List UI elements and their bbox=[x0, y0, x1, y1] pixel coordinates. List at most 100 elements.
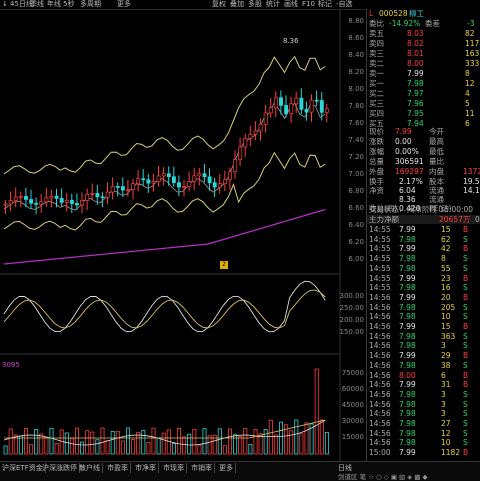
tick-price: 7.98 bbox=[399, 234, 416, 244]
candle bbox=[289, 103, 294, 114]
volume-bar bbox=[243, 428, 248, 455]
ask-label: 卖三 bbox=[369, 49, 384, 58]
toolbar-draw[interactable]: 画线 bbox=[284, 0, 298, 9]
kline-svg[interactable] bbox=[0, 9, 366, 461]
toolbar-year[interactable]: 年线 bbox=[47, 0, 61, 9]
bottom-tab[interactable]: 市盈率 bbox=[105, 463, 131, 473]
toolbar-quarter[interactable]: 季线 bbox=[30, 0, 44, 9]
stat2-row: 8.36 流通 bbox=[367, 195, 480, 204]
bottom-tab[interactable]: 市销率 bbox=[189, 463, 215, 473]
tick-price: 7.99 bbox=[399, 380, 416, 390]
bid-row: 买二 7.97 4 bbox=[367, 89, 480, 98]
volume-bar bbox=[34, 429, 39, 455]
tick-row: 14:56 7.99 31 B bbox=[367, 380, 480, 389]
candle bbox=[80, 200, 85, 206]
high-price-label: 8.36 bbox=[283, 37, 299, 45]
tick-time: 14:56 bbox=[369, 389, 391, 399]
ask-row: 卖一 7.99 8 bbox=[367, 69, 480, 78]
tick-side: S bbox=[463, 419, 468, 428]
bid-label: 买四 bbox=[369, 109, 384, 118]
tick-price: 7.98 bbox=[399, 254, 416, 264]
tick-price: 7.98 bbox=[399, 399, 416, 409]
toolbar-overlay[interactable]: 叠加 bbox=[230, 0, 244, 9]
tick-row: 14:56 7.99 20 B bbox=[367, 293, 480, 302]
stat-row: 现价 7.99 今开 bbox=[367, 127, 480, 136]
candle bbox=[3, 203, 8, 206]
candle bbox=[59, 198, 64, 203]
ask-row: 卖五 8.03 82 bbox=[367, 29, 480, 38]
stat2-label: 净资 bbox=[369, 186, 384, 195]
bid-row: 买四 7.95 11 bbox=[367, 109, 480, 118]
candle bbox=[151, 181, 156, 184]
bid-price: 7.96 bbox=[407, 99, 424, 108]
tick-side: B bbox=[463, 244, 469, 254]
ask-volume: 333 bbox=[465, 59, 480, 68]
price-tick: 7.60 bbox=[348, 119, 364, 127]
tab-daily[interactable]: 日线 bbox=[336, 463, 354, 473]
stat2-value2: 14.1 bbox=[463, 186, 480, 195]
tick-time: 14:56 bbox=[369, 370, 391, 380]
volume-bar bbox=[217, 428, 222, 455]
long-ma bbox=[3, 208, 326, 265]
toolbar-more[interactable]: 更多 bbox=[117, 0, 131, 9]
tick-time: 14:56 bbox=[369, 351, 391, 361]
tick-price: 7.99 bbox=[399, 351, 416, 361]
volume-bar bbox=[319, 419, 324, 455]
volume-bar bbox=[8, 428, 13, 455]
tick-price: 7.98 bbox=[399, 360, 416, 370]
volume-bar bbox=[253, 429, 258, 455]
tick-side: S bbox=[463, 331, 468, 341]
volume-bar bbox=[136, 431, 141, 455]
tick-volume: 363 bbox=[441, 331, 456, 341]
tick-time: 14:56 bbox=[369, 292, 391, 302]
tick-volume: 10 bbox=[441, 438, 451, 448]
tick-row: 14:56 7.99 15 B bbox=[367, 322, 480, 331]
price-tick: 7.40 bbox=[348, 136, 364, 144]
stat-value: 0.00 bbox=[395, 137, 412, 146]
bottom-tab[interactable]: 沪深ETF资金 bbox=[0, 463, 46, 473]
tick-volume: 38 bbox=[441, 360, 451, 370]
bottom-tab[interactable]: 更多 bbox=[217, 463, 236, 473]
toolbar-f10[interactable]: F10 bbox=[302, 0, 315, 9]
tick-time: 14:56 bbox=[369, 302, 391, 312]
kline-chart[interactable]: 8.36 2 3095 8.80 8.60 8.40 8.20 8.00 7.80 7.60… bbox=[0, 9, 366, 461]
candle bbox=[268, 107, 273, 114]
bottom-tab[interactable]: 沪深涨跌停 bbox=[40, 463, 80, 473]
stat2-value: 2.17% bbox=[399, 177, 423, 186]
volume-bar bbox=[110, 431, 115, 455]
event-badge[interactable]: 2 bbox=[220, 261, 228, 269]
tick-volume: 15 bbox=[441, 322, 451, 331]
toolbar-mark[interactable]: 标记 bbox=[318, 0, 332, 9]
price-tick: 8.80 bbox=[348, 17, 364, 25]
tick-volume: 3 bbox=[441, 409, 446, 419]
bottom-tab[interactable]: 市现率 bbox=[161, 463, 187, 473]
stat-row: 涨幅 0.00% 最低 bbox=[367, 147, 480, 156]
toolbar-fuquan[interactable]: 复权 bbox=[212, 0, 226, 9]
candle bbox=[8, 200, 13, 205]
volume-bar bbox=[105, 440, 110, 455]
bottom-tab[interactable]: 散户线 bbox=[77, 463, 103, 473]
tick-volume: 42 bbox=[441, 244, 451, 254]
stat-label2: 最低 bbox=[429, 147, 444, 156]
toolbar-add-favorite[interactable]: -自选 bbox=[336, 0, 353, 9]
volume-bar bbox=[120, 440, 125, 455]
main-flow-row: 主力净额 20657万 0 bbox=[367, 215, 480, 224]
toolbar-multi-period[interactable]: 多周期 bbox=[80, 0, 101, 9]
toolbar-back[interactable]: ↓ bbox=[2, 0, 8, 9]
candle bbox=[161, 173, 166, 177]
volume-bar bbox=[238, 435, 243, 455]
tick-side: S bbox=[463, 428, 468, 438]
tick-row: 14:56 7.98 10 S bbox=[367, 438, 480, 447]
bid-label: 买三 bbox=[369, 99, 384, 108]
tick-side: B bbox=[463, 273, 469, 283]
toolbar-stats[interactable]: 统计 bbox=[266, 0, 280, 9]
toolbar-multi-stock[interactable]: 多股 bbox=[248, 0, 262, 9]
bottom-tab[interactable]: 市净率 bbox=[133, 463, 159, 473]
trade-status: 交易状态: 闭市阶段 15:00:00 bbox=[369, 205, 474, 214]
tick-time: 14:55 bbox=[369, 234, 391, 244]
lower-band bbox=[3, 151, 326, 231]
tick-row: 14:55 7.99 15 B bbox=[367, 225, 480, 234]
volume-tick: 45000 bbox=[341, 401, 364, 409]
toolbar-5sec[interactable]: 5秒 bbox=[63, 0, 74, 9]
candle bbox=[171, 176, 176, 184]
